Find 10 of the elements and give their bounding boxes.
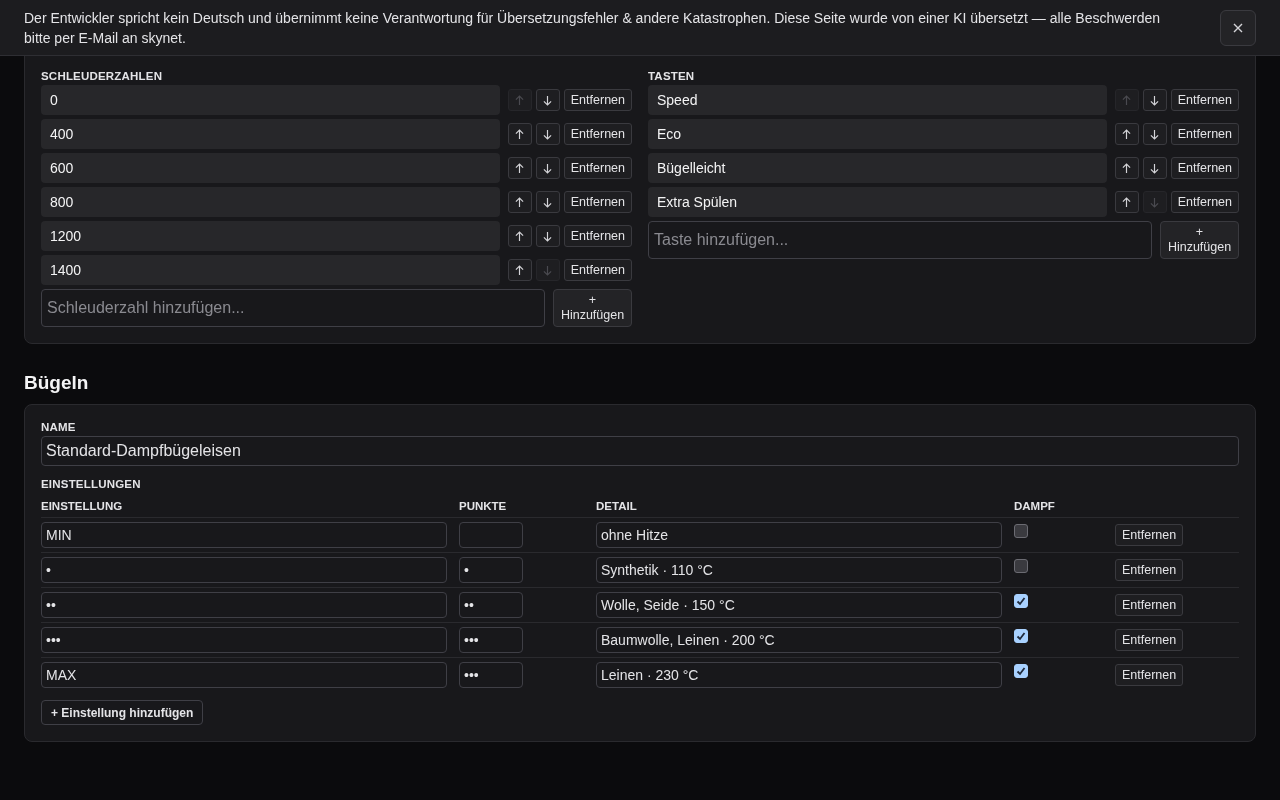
section-label: EINSTELLUNGEN <box>41 478 142 490</box>
list-label: SCHLEUDERZAHLEN <box>41 70 164 82</box>
list-label: TASTEN <box>648 70 696 82</box>
field-label: NAME <box>41 421 77 433</box>
section-title: Bügeln <box>24 372 90 394</box>
column-header: DETAIL <box>596 500 1014 518</box>
column-header: DAMPF <box>1014 500 1115 518</box>
column-header: PUNKTE <box>459 500 596 518</box>
notice-text: Der Entwickler spricht kein Deutsch und übernimmt keine Verantwortung für Übersetzungsfehler & andere Katastrophen. Diese Seite wurde von einer KI übersetzt — alle Beschwerden bitte per E-Mail an skynet. <box>24 8 1162 48</box>
column-header: EINSTELLUNG <box>41 500 459 518</box>
